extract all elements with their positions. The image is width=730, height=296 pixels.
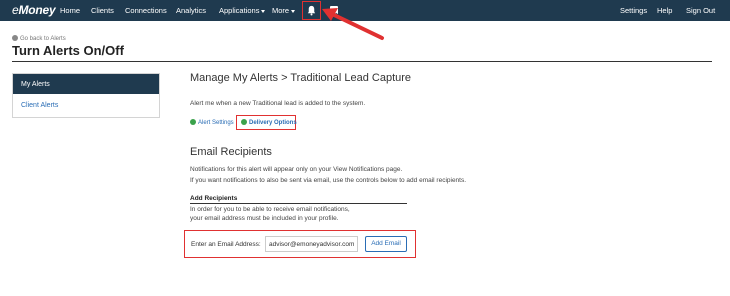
add-email-button[interactable]: Add Email [365,236,407,252]
email-info-line: Notifications for this alert will appear… [190,166,403,173]
email-field[interactable]: advisor@emoneyadvisor.com [265,236,358,252]
email-info-line: If you want notifications to also be sen… [190,177,467,184]
nav-analytics[interactable]: Analytics [176,6,206,15]
nav-more[interactable]: More [272,6,296,15]
add-recipients-info: In order for you to be able to receive e… [190,206,350,213]
sidebar-item-my-alerts[interactable]: My Alerts [13,74,159,94]
delivery-options-highlight: Delivery Options [236,115,297,130]
sidebar: My Alerts Client Alerts [12,73,160,118]
add-recipients-title: Add Recipients [190,195,238,202]
add-recipients-info: your email address must be included in y… [190,215,339,222]
page-title: Turn Alerts On/Off [12,43,124,58]
nav-applications[interactable]: Applications [219,6,266,15]
alert-description: Alert me when a new Traditional lead is … [190,100,366,107]
sidebar-item-client-alerts[interactable]: Client Alerts [21,102,58,109]
emoney-logo[interactable]: eMoney [12,3,56,17]
nav-sign-out[interactable]: Sign Out [686,6,715,15]
nav-home[interactable]: Home [60,6,80,15]
plus-circle-icon [241,119,247,125]
email-field-label: Enter an Email Address: [191,241,261,248]
title-divider [12,61,712,62]
nav-settings[interactable]: Settings [620,6,647,15]
back-link[interactable]: Go back to Alerts [12,35,66,42]
nav-help[interactable]: Help [657,6,672,15]
nav-connections[interactable]: Connections [125,6,167,15]
annotation-arrow-icon [322,8,384,40]
delivery-options-link[interactable]: Delivery Options [241,119,297,126]
plus-circle-icon [190,119,196,125]
section-title: Manage My Alerts > Traditional Lead Capt… [190,72,412,84]
back-arrow-icon [12,35,18,41]
email-recipients-heading: Email Recipients [190,146,272,158]
chevron-down-icon [261,9,266,13]
bell-icon [307,5,316,16]
chevron-down-icon [291,9,296,13]
add-recipients-divider [190,203,407,204]
alert-settings-link[interactable]: Alert Settings [190,119,234,126]
email-entry-highlight: Enter an Email Address: advisor@emoneyad… [184,230,416,258]
nav-clients[interactable]: Clients [91,6,114,15]
